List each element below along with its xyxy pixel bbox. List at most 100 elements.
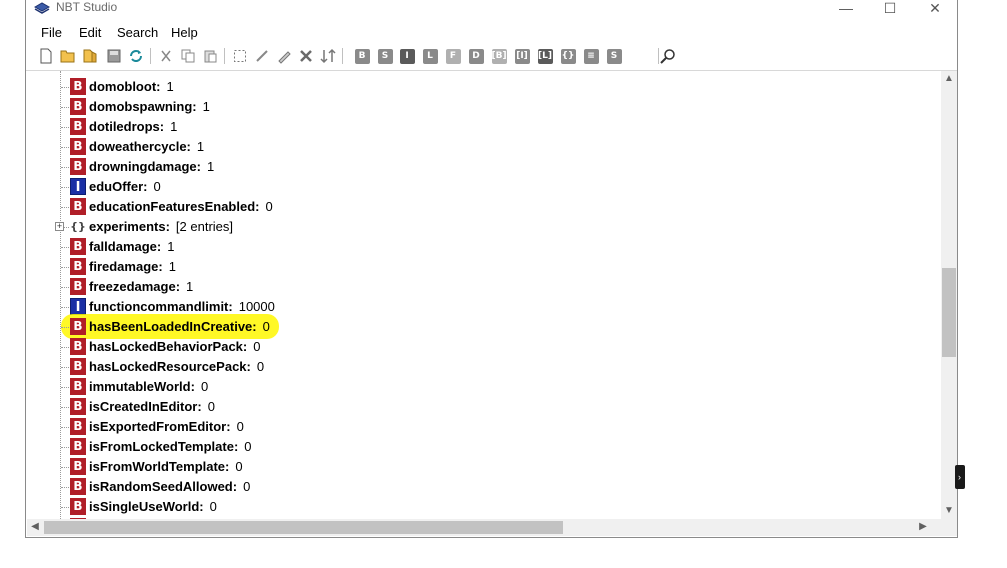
tree-node[interactable]: Bfiredamage: 1 (27, 257, 927, 277)
byte-tag-icon: B (70, 358, 86, 375)
tree-node[interactable]: BisSingleUseWorld: 0 (27, 497, 927, 517)
sort-icon[interactable] (319, 47, 337, 65)
tree-connector (61, 487, 69, 488)
add-short-tag-icon[interactable]: S (376, 47, 394, 65)
scroll-down-arrow-icon[interactable]: ▼ (941, 503, 957, 519)
add-long-tag-icon[interactable]: L (421, 47, 439, 65)
toolbar: B S I L F D [B] [I] [L]{} ≡ S (26, 45, 957, 71)
close-button[interactable]: ✕ (912, 0, 958, 20)
tag-value: 1 (186, 279, 194, 294)
tree-node[interactable]: Bfalldamage: 1 (27, 237, 927, 257)
byte-tag-icon: B (70, 278, 86, 295)
add-double-tag-icon[interactable]: D (467, 47, 485, 65)
byte-tag-icon: B (70, 138, 86, 155)
byte-tag-icon: B (70, 318, 86, 335)
compound-tag-icon: {} (70, 220, 86, 233)
byte-tag-icon: B (70, 418, 86, 435)
paste-icon[interactable] (201, 47, 219, 65)
search-icon[interactable] (659, 47, 677, 65)
tree-node[interactable]: BhasLockedResourcePack: 0 (27, 357, 927, 377)
maximize-button[interactable]: ☐ (867, 0, 913, 20)
select-icon[interactable] (231, 47, 249, 65)
vertical-scroll-thumb[interactable] (942, 268, 956, 357)
tree-node[interactable]: BisFromLockedTemplate: 0 (27, 437, 927, 457)
tag-name: falldamage: (89, 239, 162, 254)
tree-connector (61, 167, 69, 168)
nbt-tree-view[interactable]: Bdomobloot: 1 Bdomobspawning: 1 Bdotiledrops… (27, 71, 941, 519)
horizontal-scroll-thumb[interactable] (44, 521, 563, 534)
tree-node[interactable]: Bdomobloot: 1 (27, 77, 927, 97)
add-list-tag-icon[interactable]: ≡ (582, 47, 600, 65)
tag-value: 1 (166, 79, 174, 94)
add-float-tag-icon[interactable]: F (444, 47, 462, 65)
edit-icon[interactable] (275, 47, 293, 65)
copy-icon[interactable] (179, 47, 197, 65)
tag-name: isFromWorldTemplate: (89, 459, 230, 474)
tag-name: experiments: (89, 219, 170, 234)
menu-bar: File Edit Search Help (26, 22, 957, 44)
tree-node[interactable]: BisRandomSeedAllowed: 0 (27, 477, 927, 497)
tree-connector (61, 267, 69, 268)
tree-node[interactable]: BhasLockedBehaviorPack: 0 (27, 337, 927, 357)
expand-toggle-icon[interactable]: + (55, 222, 64, 231)
open-folder-icon[interactable] (81, 47, 99, 65)
tag-name: hasBeenLoadedInCreative: (89, 319, 257, 334)
add-string-tag-icon[interactable]: S (605, 47, 623, 65)
delete-icon[interactable] (297, 47, 315, 65)
tag-name: isExportedFromEditor: (89, 419, 231, 434)
add-int-tag-label: I (399, 48, 415, 64)
tag-value: 0 (243, 479, 251, 494)
rename-icon[interactable] (253, 47, 271, 65)
tree-node[interactable]: Bdomobspawning: 1 (27, 97, 927, 117)
minimize-button[interactable]: — (823, 0, 869, 20)
title-bar: NBT Studio — ☐ ✕ (26, 0, 957, 20)
int-tag-icon: I (70, 178, 86, 195)
open-file-icon[interactable] (59, 47, 77, 65)
tree-node[interactable]: Bdrowningdamage: 1 (27, 157, 927, 177)
tree-node[interactable]: + {} experiments: [2 entries] (27, 217, 927, 237)
tree-connector (61, 507, 69, 508)
add-compound-tag-icon[interactable]: {} (559, 47, 577, 65)
tag-value: 0 (244, 439, 252, 454)
new-file-icon[interactable] (37, 47, 55, 65)
scroll-left-arrow-icon[interactable]: ◀ (27, 519, 43, 535)
cut-icon[interactable] (157, 47, 175, 65)
tag-name: domobspawning: (89, 99, 197, 114)
tree-node[interactable]: BisCreatedInEditor: 0 (27, 397, 927, 417)
vertical-scrollbar[interactable]: ▲ ▼ (941, 71, 957, 519)
tree-connector (61, 187, 69, 188)
tag-name: educationFeaturesEnabled: (89, 199, 260, 214)
save-icon[interactable] (105, 47, 123, 65)
tree-node[interactable]: BeducationFeaturesEnabled: 0 (27, 197, 927, 217)
menu-search[interactable]: Search (117, 22, 158, 44)
add-byte-array-tag-icon[interactable]: [B] (490, 47, 508, 65)
add-int-array-tag-icon[interactable]: [I] (513, 47, 531, 65)
toolbar-separator (150, 48, 151, 64)
menu-file[interactable]: File (41, 22, 62, 44)
tree-node[interactable]: BisExportedFromEditor: 0 (27, 417, 927, 437)
scroll-up-arrow-icon[interactable]: ▲ (941, 71, 957, 87)
add-byte-tag-icon[interactable]: B (353, 47, 371, 65)
tree-node[interactable]: IeduOffer: 0 (27, 177, 927, 197)
scroll-right-arrow-icon[interactable]: ▶ (915, 519, 931, 535)
byte-tag-icon: B (70, 198, 86, 215)
add-long-array-tag-icon[interactable]: [L] (536, 47, 554, 65)
side-handle-icon[interactable]: › (955, 465, 965, 489)
menu-help[interactable]: Help (171, 22, 198, 44)
horizontal-scrollbar[interactable]: ◀ ▶ (27, 519, 941, 536)
tree-connector (61, 367, 69, 368)
refresh-icon[interactable] (127, 47, 145, 65)
byte-tag-icon: B (70, 338, 86, 355)
tag-value: 1 (206, 159, 215, 174)
tree-node[interactable]: Bfreezedamage: 1 (27, 277, 927, 297)
add-int-tag-icon[interactable]: I (398, 47, 416, 65)
app-logo-icon (34, 2, 50, 14)
tag-value: 1 (196, 139, 205, 154)
tree-node[interactable]: Bdoweathercycle: 1 (27, 137, 927, 157)
tree-node[interactable]: BisFromWorldTemplate: 0 (27, 457, 927, 477)
tree-node[interactable]: BhasBeenLoadedInCreative: 0 (27, 314, 927, 339)
menu-edit[interactable]: Edit (79, 22, 101, 44)
tree-node[interactable]: Bdotiledrops: 1 (27, 117, 927, 137)
tree-node[interactable]: BimmutableWorld: 0 (27, 377, 927, 397)
byte-tag-icon: B (70, 78, 86, 95)
